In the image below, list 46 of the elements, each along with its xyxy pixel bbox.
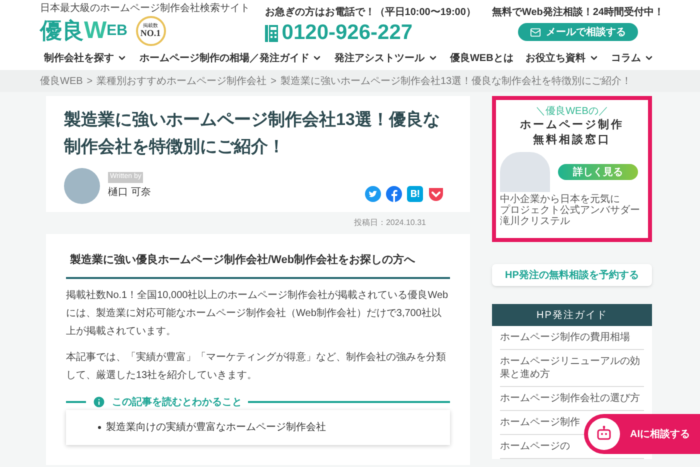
nav-menu-item[interactable]: 優良WEBとは bbox=[450, 50, 514, 66]
phone-note: お急ぎの方はお電話で！（平日10:00〜19:00） bbox=[264, 7, 476, 19]
author-name: 樋口 可奈 bbox=[108, 186, 151, 200]
article-paragraph: 本記事では、「実績が豊富」「マーケティングが得意」など、制作会社の強みを分類して、厳選した13社を紹介していきます。 bbox=[66, 350, 447, 382]
site-tagline: 日本最大級のホームページ制作会社検索サイト bbox=[40, 3, 250, 15]
guide-link[interactable]: ホームページの bbox=[500, 440, 570, 453]
mail-icon bbox=[530, 26, 541, 38]
summary-item: 製造業向けの実績が豊富なホームページ制作会社 bbox=[106, 420, 326, 434]
summary-title: この記事を読むとわかること bbox=[112, 396, 242, 410]
calculator-icon bbox=[264, 24, 278, 42]
guide-link[interactable]: ホームページ制作の費用相場 bbox=[500, 331, 630, 344]
breadcrumb-link[interactable]: 優良WEB bbox=[40, 74, 83, 88]
guide-link[interactable]: ホームページ制作会社の選び方 bbox=[500, 392, 640, 405]
post-date: 投稿日：2024.10.31 bbox=[354, 217, 426, 229]
article-title: 製造業に強いホームページ制作会社13選！優良な制作会社を特徴別にご紹介！ bbox=[64, 109, 441, 158]
mail-note: 無料でWeb発注相談！24時間受付中！ bbox=[492, 7, 664, 19]
banner-caption: 滝川クリステル bbox=[500, 216, 571, 227]
breadcrumb-separator: > bbox=[270, 74, 276, 88]
robot-icon bbox=[588, 418, 620, 450]
banner-kicker: ＼優良WEBの／ bbox=[536, 106, 608, 118]
nav-menu-item[interactable]: コラム bbox=[610, 50, 654, 66]
pocket-icon[interactable] bbox=[428, 186, 444, 202]
bookmark-b-icon[interactable] bbox=[407, 186, 423, 202]
guide-link[interactable]: ホームページ制作 bbox=[500, 416, 580, 429]
nav-menu-item[interactable]: お役立ち資料 bbox=[526, 50, 599, 66]
consult-banner[interactable]: ＼優良WEBの／ ホームページ制作 無料相談窓口 詳しく見る 中小企業から日本を元気に プロジェクト公式アンバサダー 滝川クリステル bbox=[492, 96, 652, 242]
guide-header: HP発注ガイド bbox=[492, 304, 652, 326]
bird-icon[interactable] bbox=[365, 186, 381, 202]
nav-menu-item[interactable]: 制作会社を探す bbox=[44, 50, 127, 66]
guide-link[interactable]: ホームページリニューアルの効果と進め方 bbox=[500, 355, 644, 381]
info-icon bbox=[92, 395, 106, 409]
nav-menu-item[interactable]: ホームページ制作の相場／発注ガイド bbox=[139, 50, 322, 66]
breadcrumb-separator: > bbox=[86, 74, 93, 88]
article-paragraph: 掲載社数No.1！全国10,000社以上のホームページ制作会社が掲載されている優良Webには、製造業に対応可能なホームページ制作会社（Web制作会社）だけで3,700社以上が掲載されています。 bbox=[66, 288, 450, 338]
bullet-icon bbox=[98, 426, 101, 428]
ai-consult-button[interactable]: AIに相談する bbox=[584, 414, 700, 454]
banner-caption: プロジェクト公式アンバサダー bbox=[500, 205, 641, 216]
banner-title: ホームページ制作 bbox=[520, 118, 624, 133]
person-photo-placeholder bbox=[500, 152, 550, 192]
banner-title: 無料相談窓口 bbox=[533, 133, 611, 148]
breadcrumb-link[interactable]: 業種別おすすめホームページ制作会社 bbox=[96, 74, 267, 88]
section-heading: 製造業に強い優良ホームページ制作会社/Web制作会社をお探しの方へ bbox=[66, 252, 450, 278]
facebook-icon[interactable] bbox=[386, 186, 402, 202]
nav-menu-item[interactable]: 発注アシストツール bbox=[334, 50, 438, 66]
banner-caption: 中小企業から日本を元気に bbox=[500, 194, 621, 205]
breadcrumb-link[interactable]: 製造業に強いホームページ制作会社13選！優良な制作会社を特徴別にご紹介！ bbox=[280, 74, 632, 88]
